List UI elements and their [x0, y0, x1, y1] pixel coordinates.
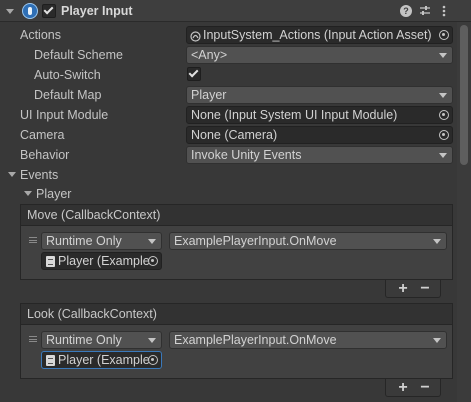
dropdown-arrow-icon: [439, 53, 447, 58]
look-runtime-value: Runtime Only: [46, 333, 122, 347]
look-function-dropdown[interactable]: ExamplePlayerInput.OnMove: [169, 331, 447, 349]
component-title: Player Input: [61, 4, 133, 18]
component-header[interactable]: Player Input ?: [0, 0, 471, 22]
dropdown-arrow-icon: [148, 338, 156, 343]
behavior-label: Behavior: [20, 148, 70, 162]
dropdown-arrow-icon: [433, 338, 441, 343]
move-runtime-value: Runtime Only: [46, 234, 122, 248]
foldout-arrow-icon[interactable]: [6, 9, 14, 14]
move-event-box: Move (CallbackContext) Runtime Only Exam…: [20, 204, 453, 280]
add-listener-button[interactable]: +: [396, 380, 410, 396]
object-picker-icon[interactable]: [148, 355, 158, 365]
default-map-dropdown[interactable]: Player: [186, 86, 453, 104]
input-action-asset-icon: [190, 30, 201, 42]
vertical-scrollbar[interactable]: [457, 22, 471, 402]
dropdown-arrow-icon: [439, 153, 447, 158]
checkmark-icon: [43, 4, 54, 15]
default-scheme-label: Default Scheme: [34, 48, 123, 62]
dropdown-arrow-icon: [439, 93, 447, 98]
object-picker-icon[interactable]: [439, 30, 449, 40]
drag-handle-icon[interactable]: [29, 336, 37, 342]
default-map-value: Player: [191, 88, 227, 102]
player-foldout-arrow-icon[interactable]: [24, 191, 32, 196]
script-icon: [46, 256, 55, 267]
checkmark-icon: [188, 67, 199, 78]
more-icon[interactable]: [438, 5, 450, 17]
move-runtime-dropdown[interactable]: Runtime Only: [41, 232, 162, 250]
ui-input-module-value: None (Input System UI Input Module): [191, 108, 398, 122]
scrollbar-thumb[interactable]: [460, 25, 468, 165]
actions-field[interactable]: InputSystem_Actions (Input Action Asset): [186, 26, 453, 44]
default-map-label: Default Map: [34, 88, 102, 102]
default-scheme-dropdown[interactable]: <Any>: [186, 46, 453, 64]
behavior-dropdown[interactable]: Invoke Unity Events: [186, 146, 453, 164]
remove-listener-button[interactable]: −: [418, 380, 432, 396]
actions-label: Actions: [20, 28, 61, 42]
preset-icon[interactable]: [419, 5, 431, 17]
look-runtime-dropdown[interactable]: Runtime Only: [41, 331, 162, 349]
actions-value: InputSystem_Actions (Input Action Asset): [203, 28, 432, 42]
ui-input-module-field[interactable]: None (Input System UI Input Module): [186, 106, 453, 124]
camera-field[interactable]: None (Camera): [186, 126, 453, 144]
player-map-label[interactable]: Player: [36, 187, 71, 201]
script-icon: [46, 355, 55, 366]
component-enabled-checkbox[interactable]: [42, 4, 56, 18]
look-list-buttons: + −: [385, 379, 441, 397]
dropdown-arrow-icon: [148, 239, 156, 244]
look-event-box: Look (CallbackContext) Runtime Only Exam…: [20, 303, 453, 379]
auto-switch-checkbox[interactable]: [187, 67, 201, 81]
move-target-object-value: Player (Example: [58, 254, 150, 268]
look-function-value: ExamplePlayerInput.OnMove: [174, 333, 337, 347]
look-target-object-value: Player (Example: [58, 353, 150, 367]
camera-value: None (Camera): [191, 128, 278, 142]
look-target-object-field[interactable]: Player (Example: [41, 351, 162, 369]
move-target-object-field[interactable]: Player (Example: [41, 252, 162, 270]
default-scheme-value: <Any>: [191, 48, 228, 62]
dropdown-arrow-icon: [433, 239, 441, 244]
behavior-value: Invoke Unity Events: [191, 148, 302, 162]
events-label[interactable]: Events: [20, 168, 58, 182]
remove-listener-button[interactable]: −: [418, 281, 432, 297]
move-function-value: ExamplePlayerInput.OnMove: [174, 234, 337, 248]
drag-handle-icon[interactable]: [29, 237, 37, 243]
object-picker-icon[interactable]: [439, 130, 449, 140]
player-input-component-icon: [22, 3, 38, 19]
move-list-buttons: + −: [385, 280, 441, 298]
move-event-header: Move (CallbackContext): [21, 205, 452, 226]
auto-switch-label: Auto-Switch: [34, 68, 101, 82]
events-foldout-arrow-icon[interactable]: [8, 172, 16, 177]
help-icon[interactable]: ?: [400, 5, 412, 17]
move-function-dropdown[interactable]: ExamplePlayerInput.OnMove: [169, 232, 447, 250]
object-picker-icon[interactable]: [439, 110, 449, 120]
look-event-header: Look (CallbackContext): [21, 304, 452, 325]
object-picker-icon[interactable]: [148, 256, 158, 266]
add-listener-button[interactable]: +: [396, 281, 410, 297]
ui-input-module-label: UI Input Module: [20, 108, 109, 122]
camera-label: Camera: [20, 128, 65, 142]
